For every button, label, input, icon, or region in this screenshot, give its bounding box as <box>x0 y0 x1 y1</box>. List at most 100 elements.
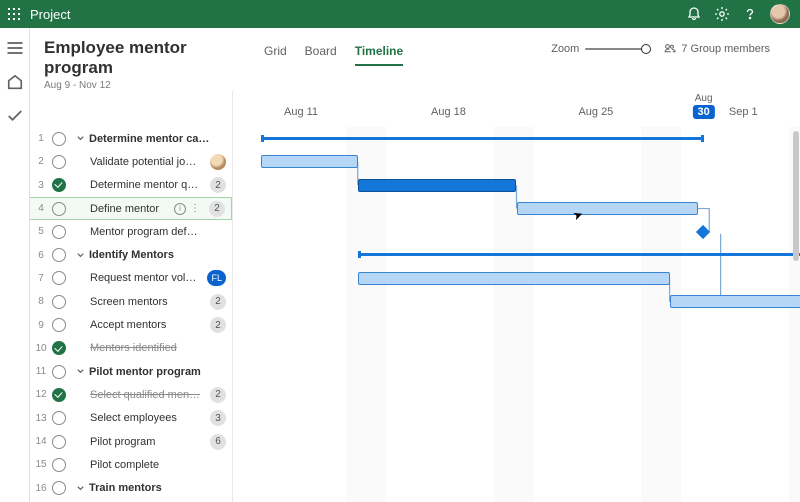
project-date-range: Aug 9 - Nov 12 <box>44 80 244 91</box>
complete-toggle[interactable] <box>52 248 66 262</box>
settings-icon[interactable] <box>714 6 730 22</box>
row-number: 16 <box>30 483 52 494</box>
project-title: Employee mentor program <box>44 38 244 78</box>
task-name: Pilot program <box>90 436 206 448</box>
complete-toggle[interactable] <box>52 178 66 192</box>
row-number: 8 <box>30 296 52 307</box>
complete-toggle[interactable] <box>52 132 66 146</box>
titlebar: Project <box>0 0 800 28</box>
task-bar[interactable] <box>670 295 800 308</box>
count-badge: 2 <box>210 387 226 403</box>
task-name: Train mentors <box>89 482 226 494</box>
group-members-label: 7 Group members <box>681 43 770 55</box>
complete-toggle[interactable] <box>52 225 66 239</box>
summary-bar[interactable] <box>358 253 800 256</box>
task-row[interactable]: 4Define mentori⋮2 <box>30 197 232 220</box>
count-badge: 3 <box>210 410 226 426</box>
assignee-avatar[interactable] <box>210 154 226 170</box>
complete-toggle[interactable] <box>52 365 66 379</box>
row-number: 4 <box>30 203 52 214</box>
app-launcher-icon[interactable] <box>0 8 28 20</box>
task-name: Determine mentor ca… <box>89 133 226 145</box>
chevron-down-icon[interactable] <box>76 251 86 260</box>
home-icon[interactable] <box>5 72 25 92</box>
date-tick: 30 <box>692 105 714 119</box>
task-row[interactable]: 10Mentors identified <box>30 337 232 360</box>
complete-toggle[interactable] <box>52 411 66 425</box>
task-name: Validate potential jo… <box>90 156 206 168</box>
chevron-down-icon[interactable] <box>76 134 86 143</box>
row-number: 9 <box>30 320 52 331</box>
task-row[interactable]: 15Pilot complete <box>30 453 232 476</box>
tab-board[interactable]: Board <box>305 44 337 66</box>
count-badge: 2 <box>209 201 225 217</box>
task-row[interactable]: 3Determine mentor q…2 <box>30 174 232 197</box>
task-name: Select employees <box>90 412 206 424</box>
task-row[interactable]: 16 Train mentors <box>30 476 232 499</box>
zoom-slider[interactable] <box>585 48 649 50</box>
count-badge: 2 <box>210 177 226 193</box>
task-row[interactable]: 12Select qualified men…2 <box>30 383 232 406</box>
task-row[interactable]: 6 Identify Mentors <box>30 243 232 266</box>
complete-toggle[interactable] <box>52 481 66 495</box>
complete-toggle[interactable] <box>52 271 66 285</box>
user-avatar[interactable] <box>770 4 790 24</box>
menu-icon[interactable] <box>5 38 25 58</box>
task-name: Mentor program def… <box>90 226 226 238</box>
task-row[interactable]: 1Determine mentor ca… <box>30 127 232 150</box>
task-name: Pilot mentor program <box>89 366 226 378</box>
complete-toggle[interactable] <box>52 458 66 472</box>
task-row[interactable]: 13 Select employees 3 <box>30 407 232 430</box>
check-icon[interactable] <box>5 106 25 126</box>
task-row[interactable]: 8 Screen mentors 2 <box>30 290 232 313</box>
complete-toggle[interactable] <box>52 295 66 309</box>
summary-bar[interactable] <box>261 137 703 140</box>
task-bar[interactable] <box>517 202 698 215</box>
task-bar[interactable] <box>261 155 357 168</box>
row-number: 13 <box>30 413 52 424</box>
date-axis: AugAug 11Aug 18Aug 2530Sep 1 <box>233 91 800 127</box>
timeline-area[interactable]: AugAug 11Aug 18Aug 2530Sep 1 ➤ <box>233 91 800 502</box>
tab-grid[interactable]: Grid <box>264 44 287 66</box>
date-tick: Sep 1 <box>724 105 763 119</box>
task-row[interactable]: 2Validate potential jo… <box>30 150 232 173</box>
row-number: 6 <box>30 250 52 261</box>
complete-toggle[interactable] <box>52 435 66 449</box>
assignee-initials-badge[interactable]: FL <box>207 270 226 286</box>
group-members-button[interactable]: 7 Group members <box>663 42 770 55</box>
chevron-down-icon[interactable] <box>76 367 86 376</box>
task-name: Pilot complete <box>90 459 226 471</box>
notifications-icon[interactable] <box>686 6 702 22</box>
count-badge: 2 <box>210 294 226 310</box>
row-number: 5 <box>30 226 52 237</box>
task-bar[interactable] <box>358 179 517 192</box>
task-row[interactable]: 9Accept mentors2 <box>30 313 232 336</box>
task-row[interactable]: 7Request mentor vol…FL <box>30 267 232 290</box>
vertical-scrollbar[interactable] <box>793 131 799 261</box>
date-tick: Aug 18 <box>426 105 471 119</box>
count-badge: 6 <box>210 434 226 450</box>
tab-timeline[interactable]: Timeline <box>355 44 403 66</box>
milestone-diamond[interactable] <box>696 225 710 239</box>
chevron-down-icon[interactable] <box>76 484 86 493</box>
task-row[interactable]: 11Pilot mentor program <box>30 360 232 383</box>
complete-toggle[interactable] <box>52 341 66 355</box>
task-row[interactable]: 14Pilot program6 <box>30 430 232 453</box>
date-tick: Aug 11 <box>279 105 323 119</box>
task-list[interactable]: 1Determine mentor ca…2Validate potential… <box>30 91 233 502</box>
row-number: 12 <box>30 389 52 400</box>
more-icon[interactable]: ⋮ <box>190 203 201 214</box>
task-name: Screen mentors <box>90 296 206 308</box>
left-rail <box>0 28 30 502</box>
complete-toggle[interactable] <box>52 388 66 402</box>
help-icon[interactable] <box>742 6 758 22</box>
month-label: Aug <box>695 93 713 104</box>
task-name: Accept mentors <box>90 319 206 331</box>
info-icon[interactable]: i <box>174 203 186 215</box>
complete-toggle[interactable] <box>52 155 66 169</box>
complete-toggle[interactable] <box>52 318 66 332</box>
complete-toggle[interactable] <box>52 202 66 216</box>
task-bar[interactable] <box>358 272 670 285</box>
task-name: Identify Mentors <box>89 249 226 261</box>
task-row[interactable]: 5 Mentor program def… <box>30 220 232 243</box>
